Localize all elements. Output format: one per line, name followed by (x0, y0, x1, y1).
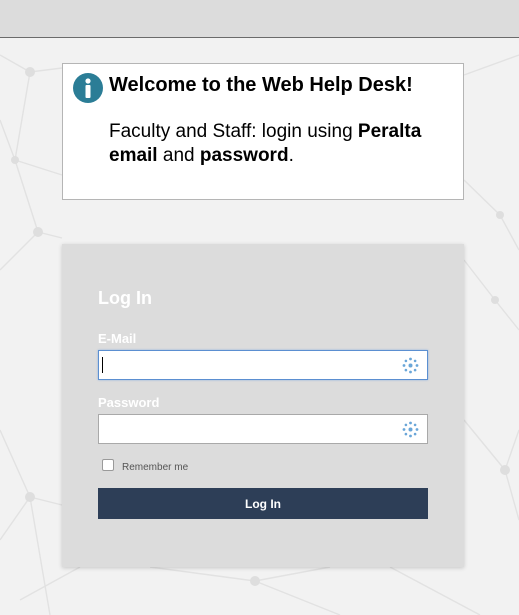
email-label: E-Mail (98, 331, 137, 346)
welcome-message-password: password (199, 145, 289, 166)
welcome-message: Faculty and Staff: login using Peralta e… (109, 120, 449, 168)
welcome-message-suffix: . (288, 145, 294, 166)
top-bar (0, 0, 519, 38)
email-input[interactable] (99, 351, 389, 379)
text-caret (102, 357, 103, 373)
info-icon (73, 73, 103, 103)
welcome-message-middle: and (157, 145, 200, 166)
keypad-icon[interactable] (402, 421, 419, 438)
welcome-title: Welcome to the Web Help Desk! (109, 74, 413, 96)
login-title: Log In (98, 288, 152, 308)
email-field-box[interactable] (98, 350, 428, 380)
password-input[interactable] (99, 415, 389, 443)
login-panel: Log In E-Mail Password Remember me Log I… (62, 244, 464, 567)
remember-me-checkbox[interactable] (102, 458, 114, 471)
remember-me-label: Remember me (122, 462, 189, 473)
welcome-message-prefix: Faculty and Staff: login using (109, 121, 358, 142)
welcome-box: Welcome to the Web Help Desk! Faculty an… (62, 63, 464, 200)
remember-me[interactable]: Remember me (102, 456, 188, 473)
login-button[interactable]: Log In (98, 488, 428, 519)
password-field-box[interactable] (98, 414, 428, 444)
password-label: Password (98, 395, 160, 410)
keypad-icon[interactable] (402, 357, 419, 374)
